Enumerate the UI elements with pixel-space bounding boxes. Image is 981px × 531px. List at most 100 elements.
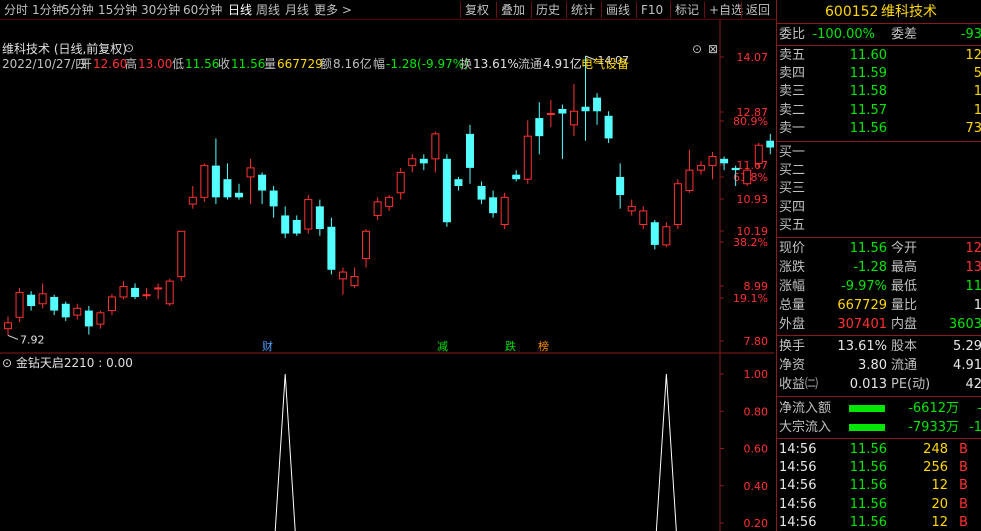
low-marker-label: 7.92 — [20, 333, 45, 346]
stat-row: 收益㈡ 0.013 PE(动) 42 — [777, 375, 981, 394]
tick-volume: 12 — [931, 514, 948, 530]
bid-label: 买五 — [779, 217, 806, 233]
toolbar-button-2[interactable]: 历史 — [531, 2, 560, 18]
tick-volume: 20 — [931, 496, 948, 512]
toolbar-tab-8[interactable]: 月线 — [285, 2, 309, 18]
weibi-value: -100.00% — [812, 27, 875, 42]
ask-price: 11.56 — [849, 120, 887, 136]
toolbar-button-1[interactable]: 叠加 — [496, 2, 525, 18]
stat-value: 667729 — [837, 298, 887, 313]
stat-value: 13.61% — [837, 339, 887, 354]
weibi-label: 委比 — [779, 27, 806, 42]
stat-label: 外盘 — [779, 317, 806, 332]
stock-code: 600152 — [825, 4, 879, 20]
stat-label: 涨跌 — [779, 260, 806, 275]
candle-body — [593, 97, 602, 112]
tick-side: B — [959, 442, 968, 457]
float-value: 4.91亿 — [543, 57, 582, 71]
settings-icon[interactable]: ⊙ — [692, 42, 702, 56]
candle-body — [569, 110, 578, 126]
toolbar-button-5[interactable]: F10 — [636, 2, 663, 18]
close-icon[interactable]: ⊠ — [708, 42, 718, 56]
stock-name: 维科技术 — [881, 4, 937, 20]
stat-label: 量比 — [891, 298, 918, 313]
candle-body — [720, 158, 729, 164]
toolbar-tab-5[interactable]: 60分钟 — [183, 2, 222, 18]
indicator-label: ⊙ 金钻天启2210 : 0.00 — [2, 356, 133, 370]
candle-body — [315, 206, 324, 230]
candle-body — [223, 179, 232, 198]
toolbar-button-7[interactable]: +自选 — [704, 2, 743, 18]
candle-body — [673, 183, 682, 225]
chart-area[interactable]: 14.0712.8780.9%11.6761.8%10.9310.1938.2%… — [0, 20, 774, 531]
toolbar-tab-0[interactable]: 分时 — [4, 2, 28, 18]
candle-body — [442, 158, 451, 223]
stat-row: 总量 667729 量比 1 — [777, 296, 981, 315]
candle-body — [604, 115, 613, 139]
indicator-tick-label: 0.60 — [744, 443, 769, 456]
price-tick-label: 7.80 — [744, 335, 769, 348]
flow-bar — [849, 405, 885, 412]
tick-volume: 256 — [923, 460, 948, 476]
toolbar-tab-1[interactable]: 1分钟 — [32, 2, 64, 18]
toolbar-tab-6[interactable]: 日线 — [228, 2, 252, 18]
toolbar-tab-4[interactable]: 30分钟 — [141, 2, 180, 18]
candlestick-chart[interactable]: 14.0712.8780.9%11.6761.8%10.9310.1938.2%… — [0, 20, 774, 531]
change-label: 幅 — [373, 57, 386, 71]
ask-price: 11.59 — [849, 66, 887, 82]
candle-body — [466, 133, 474, 168]
quote-date: 2022/10/27/四 — [2, 57, 88, 71]
toolbar-button-0[interactable]: 复权 — [460, 2, 489, 18]
toolbar-button-6[interactable]: 标记 — [670, 2, 699, 18]
toolbar-tab-7[interactable]: 周线 — [256, 2, 280, 18]
stat-label: 收益㈡ — [779, 377, 819, 392]
high-value: 13.00 — [138, 57, 173, 71]
candle-body — [523, 135, 532, 180]
chevron-down-icon[interactable]: ⊙ — [124, 41, 134, 55]
indicator-spike — [274, 373, 296, 531]
stat-row: 换手 13.61% 股本 5.29 — [777, 337, 981, 356]
candle-body — [304, 199, 313, 230]
stat-row: 现价 11.56 今开 12 — [777, 239, 981, 258]
event-marker: 财 — [262, 339, 273, 353]
price-tick-label: 19.1% — [733, 292, 768, 305]
event-marker: 跌 — [505, 339, 516, 353]
tick-volume: 248 — [923, 442, 948, 457]
toolbar-tab-2[interactable]: 5分钟 — [62, 2, 94, 18]
stat-row: 涨幅 -9.97% 最低 11 — [777, 277, 981, 296]
ask-label: 卖一 — [779, 120, 806, 136]
indicator-icon[interactable]: ⊙ — [2, 356, 12, 370]
stat-value: 12 — [965, 241, 981, 256]
toolbar-button-4[interactable]: 画线 — [601, 2, 630, 18]
toolbar-button-3[interactable]: 统计 — [566, 2, 595, 18]
stat-label: 股本 — [891, 339, 918, 354]
ask-label: 卖四 — [779, 66, 806, 82]
chart-title: 维科技术 (日线,前复权) — [2, 42, 127, 56]
candle-body — [96, 312, 105, 325]
ask-row: 卖五 11.60 12 — [777, 46, 981, 65]
toolbar-button-8[interactable]: 返回 — [741, 2, 770, 18]
candle-body — [546, 113, 555, 116]
stat-label: 内盘 — [891, 317, 918, 332]
candle-body — [211, 165, 220, 198]
candle-body — [373, 201, 382, 216]
close-value: 11.56 — [231, 57, 266, 71]
low-marker-line — [7, 335, 19, 340]
toolbar-tab-9[interactable]: 更多 > — [314, 2, 352, 18]
flow-tail: -1 — [969, 420, 981, 435]
candle-body — [246, 167, 255, 178]
ask-row: 卖三 11.58 1 — [777, 82, 981, 101]
candle-body — [616, 176, 625, 196]
indicator-name: 金钻天启2210 — [15, 356, 95, 370]
candle-body — [15, 291, 24, 318]
candle-body — [177, 230, 186, 278]
toolbar-tab-3[interactable]: 15分钟 — [98, 2, 137, 18]
stat-label: 总量 — [779, 298, 806, 313]
amount-value: 8.16亿 — [333, 57, 372, 71]
candle-body — [362, 230, 371, 259]
candle-body — [754, 144, 763, 164]
tick-side: B — [959, 460, 968, 476]
bid-label: 买四 — [779, 199, 806, 215]
candle-body — [38, 293, 47, 305]
quote-info-bar: 维科技术 (日线,前复权) ⊙ 2022/10/27/四 开 12.60 高 1… — [0, 40, 774, 72]
